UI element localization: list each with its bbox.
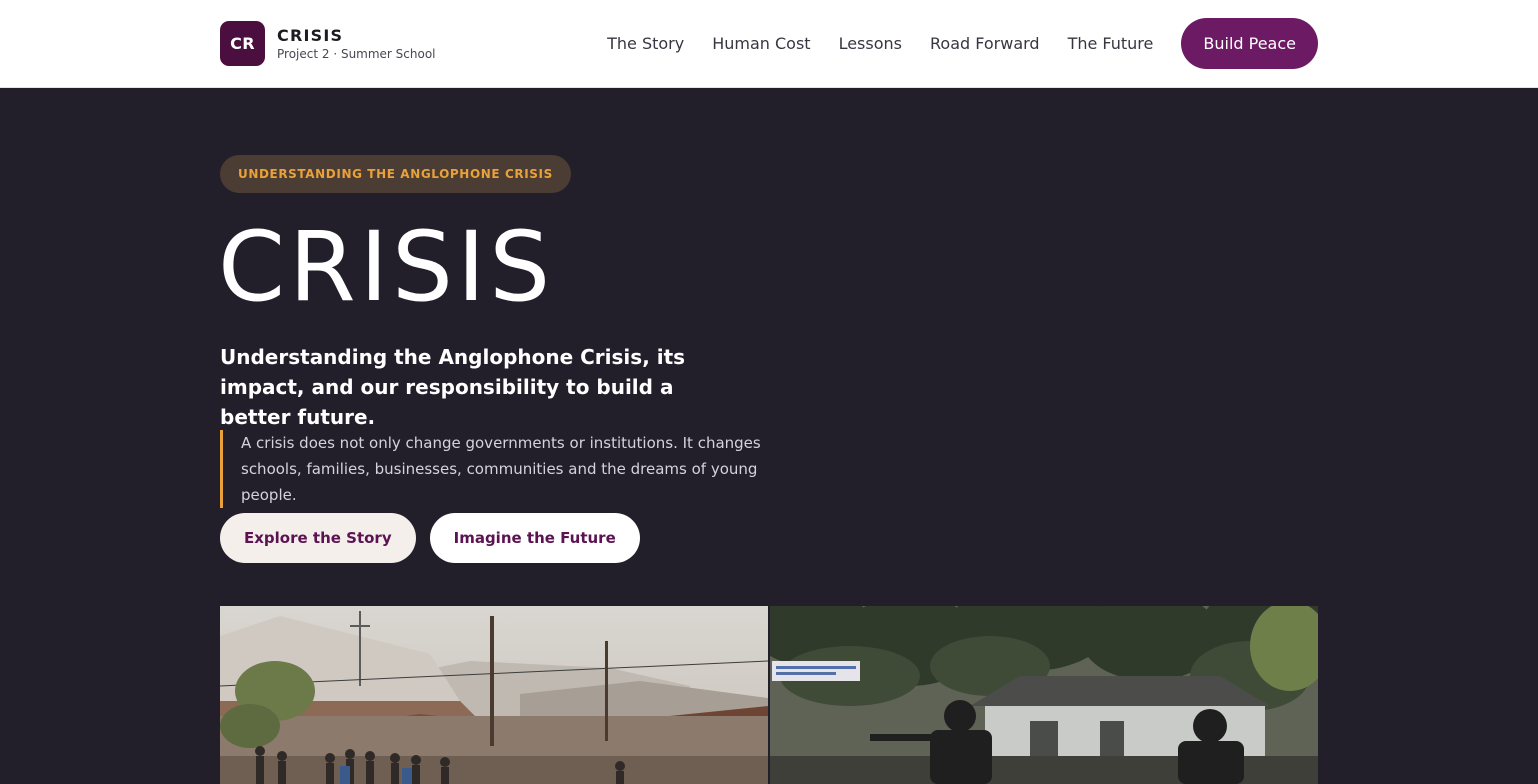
site-header: CR CRISIS Project 2 · Summer School The … xyxy=(0,0,1538,88)
brand-text: CRISIS Project 2 · Summer School xyxy=(277,26,436,61)
hero-quote: A crisis does not only change government… xyxy=(220,430,800,508)
brand-subtitle: Project 2 · Summer School xyxy=(277,47,436,61)
hero-eyebrow-badge: UNDERSTANDING THE ANGLOPHONE CRISIS xyxy=(220,155,571,193)
explore-story-button[interactable]: Explore the Story xyxy=(220,513,416,563)
nav-link-road-forward[interactable]: Road Forward xyxy=(930,34,1040,53)
main-nav: The Story Human Cost Lessons Road Forwar… xyxy=(607,18,1318,69)
nav-link-lessons[interactable]: Lessons xyxy=(839,34,902,53)
build-peace-button[interactable]: Build Peace xyxy=(1181,18,1318,69)
hero-title: CRISIS xyxy=(218,211,555,323)
brand-name: CRISIS xyxy=(277,26,344,45)
hero-actions: Explore the Story Imagine the Future xyxy=(220,513,640,563)
brand[interactable]: CR CRISIS Project 2 · Summer School xyxy=(220,21,436,66)
hero-photo-strip xyxy=(220,606,1318,784)
brand-logo: CR xyxy=(220,21,265,66)
hero-subtitle: Understanding the Anglophone Crisis, its… xyxy=(220,345,686,429)
nav-link-the-story[interactable]: The Story xyxy=(607,34,684,53)
nav-link-human-cost[interactable]: Human Cost xyxy=(712,34,810,53)
village-photo xyxy=(220,606,768,784)
soldiers-photo xyxy=(770,606,1318,784)
imagine-future-button[interactable]: Imagine the Future xyxy=(429,513,640,563)
nav-link-the-future[interactable]: The Future xyxy=(1068,34,1154,53)
